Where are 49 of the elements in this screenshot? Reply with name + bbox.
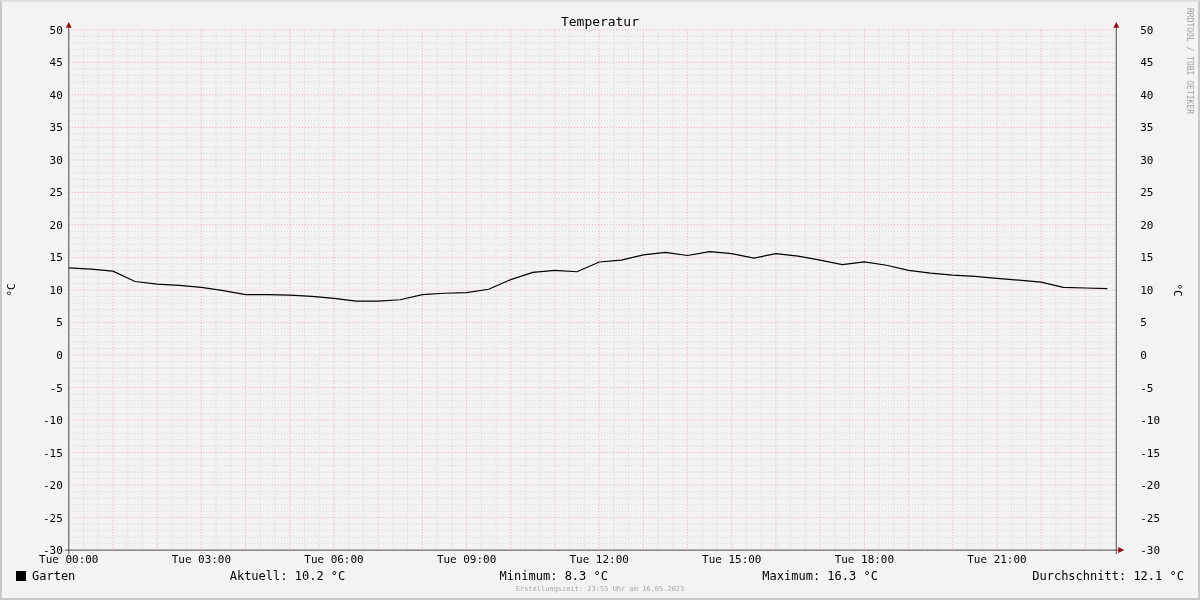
y-tick-label: 40 (1140, 88, 1154, 102)
y-tick-label: -25 (1140, 511, 1160, 525)
x-tick-label: Tue 18:00 (834, 553, 894, 567)
y-tick-label: 45 (1140, 56, 1154, 70)
y-tick-label: -5 (49, 381, 63, 395)
y-tick-label: -20 (1140, 479, 1160, 493)
legend-stat: Durchschnitt: 12.1 °C (1032, 569, 1184, 583)
legend-label: Garten (32, 569, 76, 583)
y-tick-label: 20 (1140, 218, 1154, 232)
y-tick-label: 0 (1140, 349, 1147, 362)
y-tick-label: 10 (1140, 283, 1154, 297)
x-tick-label: Tue 03:00 (171, 553, 232, 567)
legend-stat: Minimum: 8.3 °C (499, 569, 608, 583)
y-tick-label: 25 (49, 186, 63, 200)
y-tick-label: 30 (1140, 153, 1154, 167)
x-tick-label: Tue 15:00 (702, 553, 762, 567)
y-tick-label: -25 (43, 511, 63, 525)
y-tick-label: 35 (1140, 121, 1154, 135)
x-tick-label: Tue 09:00 (436, 553, 497, 567)
y-tick-label: -20 (43, 479, 63, 493)
y-axis-label: °C (4, 283, 18, 297)
y-tick-label: 30 (49, 153, 63, 167)
y-tick-label: 0 (56, 349, 63, 362)
y-tick-label: -15 (1140, 446, 1160, 460)
y-tick-label: 45 (49, 56, 63, 70)
y-tick-label: 25 (1140, 186, 1154, 200)
x-tick-label: Tue 06:00 (304, 553, 364, 567)
legend-stat: Maximum: 16.3 °C (762, 569, 878, 583)
y-tick-label: -5 (1140, 381, 1154, 395)
y-tick-label: 5 (56, 316, 63, 330)
x-tick-label: Tue 21:00 (967, 553, 1027, 567)
y-tick-label: -30 (1140, 544, 1160, 558)
y-axis-label: °C (1171, 283, 1185, 297)
y-tick-label: 20 (49, 218, 63, 232)
y-tick-label: 15 (49, 251, 63, 265)
chart-title: Temperatur (561, 13, 639, 29)
y-tick-label: 50 (1140, 23, 1154, 37)
y-tick-label: 40 (49, 88, 63, 102)
x-tick-label: Tue 12:00 (569, 553, 629, 567)
y-tick-label: 5 (1140, 316, 1147, 330)
y-tick-label: 50 (49, 23, 63, 37)
y-tick-label: -10 (1140, 414, 1160, 428)
legend-stat: Aktuell: 10.2 °C (229, 569, 346, 583)
y-tick-label: -15 (43, 446, 63, 460)
y-tick-label: -10 (43, 414, 63, 428)
y-tick-label: 10 (49, 283, 63, 297)
y-tick-label: 35 (49, 121, 63, 135)
credit-text: RRDTOOL / TOBI OETIKER (1185, 8, 1194, 114)
y-tick-label: 15 (1140, 251, 1154, 265)
